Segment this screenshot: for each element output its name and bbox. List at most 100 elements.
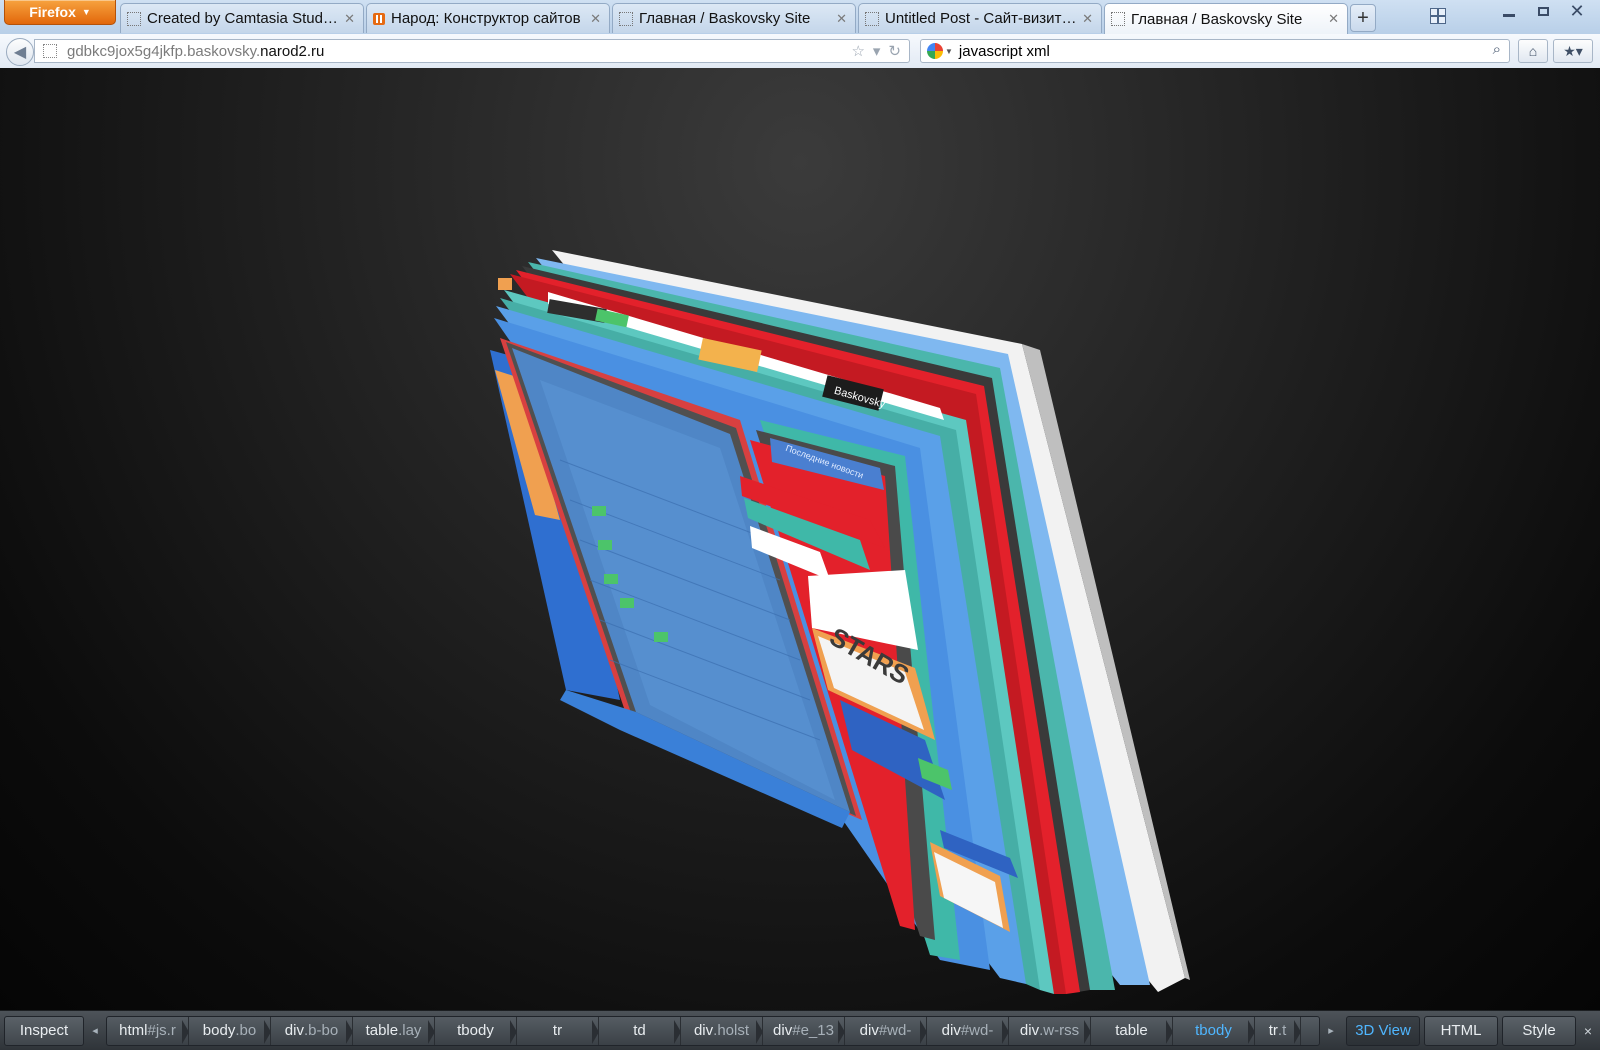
header-orange-small xyxy=(498,278,512,290)
tab-groups-icon[interactable] xyxy=(1430,8,1446,24)
bookmarks-icon[interactable]: ★▾ xyxy=(1553,39,1593,63)
left-green-tab xyxy=(620,598,634,608)
inspect-button[interactable]: Inspect xyxy=(4,1015,84,1046)
tab-title: Народ: Конструктор сайтов xyxy=(391,10,581,27)
breadcrumb-item[interactable]: div #e_13 xyxy=(763,1016,845,1045)
breadcrumb-item[interactable]: table xyxy=(1091,1016,1173,1045)
breadcrumb-item[interactable]: div #wd- xyxy=(927,1016,1009,1045)
crumb-detail: #wd- xyxy=(878,1022,912,1039)
close-icon[interactable]: × xyxy=(1576,1023,1600,1039)
reload-icon[interactable]: ↻ xyxy=(888,42,901,60)
navigation-bar: ◀ gdbkc9jox5g4jkfp.baskovsky. narod2.ru ☆… xyxy=(0,34,1600,69)
3d-view-button[interactable]: 3D View xyxy=(1346,1015,1420,1046)
breadcrumb-item[interactable]: html #js.r xyxy=(107,1016,189,1045)
left-green-tab xyxy=(604,574,618,584)
breadcrumb-item[interactable]: tr .t xyxy=(1255,1016,1301,1045)
search-icon[interactable]: ⌕ xyxy=(1493,41,1501,58)
crumb-tag: table xyxy=(1115,1022,1148,1039)
restore-icon[interactable] xyxy=(1526,0,1560,22)
url-tools: ☆ ▾ ↻ xyxy=(851,42,901,60)
left-green-tab xyxy=(598,540,612,550)
tab-title: Untitled Post - Сайт-визитка ... xyxy=(885,10,1077,27)
new-tab-button[interactable]: + xyxy=(1350,4,1376,32)
crumb-detail: .holst xyxy=(713,1022,750,1039)
window-controls: ✕ xyxy=(1492,0,1594,22)
3d-dom-visualization: Baskovsky Последние новости STARS xyxy=(490,250,1190,994)
minimize-icon[interactable] xyxy=(1492,0,1526,22)
tab-title: Created by Camtasia Studio 6 xyxy=(147,10,339,27)
breadcrumb-scroll-right-icon[interactable]: ▸ xyxy=(1320,1024,1342,1037)
blank-page-icon xyxy=(127,11,141,26)
close-icon[interactable]: ✕ xyxy=(590,11,601,27)
breadcrumb: html #js.r body .bo div .b-bo table .lay tbo… xyxy=(106,1015,1320,1046)
breadcrumb-scroll-left-icon[interactable]: ◂ xyxy=(84,1024,106,1037)
tab-title: Главная / Baskovsky Site xyxy=(1131,10,1303,28)
close-window-icon[interactable]: ✕ xyxy=(1560,0,1594,22)
style-panel-button[interactable]: Style xyxy=(1502,1015,1576,1046)
dropdown-arrow-icon[interactable]: ▾ xyxy=(873,42,881,60)
crumb-detail: .b-bo xyxy=(303,1022,339,1039)
breadcrumb-item[interactable]: table .lay xyxy=(353,1016,435,1045)
crumb-tag: tbody xyxy=(457,1022,494,1039)
tab-5-active[interactable]: Главная / Baskovsky Site ✕ xyxy=(1104,3,1348,34)
crumb-tag: div xyxy=(1019,1022,1040,1039)
url-subdomain: gdbkc9jox5g4jkfp.baskovsky. xyxy=(67,42,261,60)
star-icon[interactable]: ☆ xyxy=(851,42,864,60)
firefox-menu-button[interactable]: Firefox ▼ xyxy=(4,0,116,25)
breadcrumb-item-selected[interactable]: tbody xyxy=(1173,1016,1255,1045)
close-icon[interactable]: ✕ xyxy=(836,11,847,27)
tab-3[interactable]: Главная / Baskovsky Site ✕ xyxy=(612,3,856,33)
blank-page-icon xyxy=(865,11,879,26)
crumb-tag: tr xyxy=(552,1022,563,1039)
search-bar[interactable]: ▼ javascript xml ⌕ xyxy=(920,39,1510,63)
crumb-detail: #js.r xyxy=(147,1022,176,1039)
crumb-detail: #e_13 xyxy=(792,1022,834,1039)
tab-1[interactable]: Created by Camtasia Studio 6 ✕ xyxy=(120,3,364,33)
breadcrumb-item[interactable]: body .bo xyxy=(189,1016,271,1045)
crumb-detail: .lay xyxy=(398,1022,422,1039)
html-panel-button[interactable]: HTML xyxy=(1424,1015,1498,1046)
breadcrumb-item[interactable]: div .w-rss xyxy=(1009,1016,1091,1045)
back-arrow-icon[interactable]: ◀ xyxy=(6,38,34,66)
url-domain: narod2.ru xyxy=(260,42,325,60)
site-identity-icon[interactable] xyxy=(43,44,57,58)
crumb-tag: div xyxy=(941,1022,961,1039)
crumb-tag: td xyxy=(633,1022,646,1039)
left-green-tab xyxy=(592,506,606,516)
crumb-tag: div xyxy=(284,1022,304,1039)
breadcrumb-item[interactable]: tr xyxy=(517,1016,599,1045)
title-bar: Firefox ▼ Created by Camtasia Studio 6 ✕… xyxy=(0,0,1600,35)
crumb-tag: div xyxy=(859,1022,879,1039)
close-icon[interactable]: ✕ xyxy=(344,11,355,27)
chevron-down-icon[interactable]: ▼ xyxy=(945,47,953,56)
breadcrumb-item[interactable]: tbody xyxy=(435,1016,517,1045)
crumb-detail: .t xyxy=(1277,1022,1287,1039)
home-icon[interactable]: ⌂ xyxy=(1518,39,1548,63)
3d-view-viewport[interactable]: Baskovsky Последние новости STARS xyxy=(0,68,1600,1010)
crumb-tag: div xyxy=(773,1022,793,1039)
crumb-tag: html xyxy=(119,1022,148,1039)
tab-4[interactable]: Untitled Post - Сайт-визитка ... ✕ xyxy=(858,3,1102,33)
search-query: javascript xml xyxy=(958,42,1050,60)
blank-page-icon xyxy=(1111,12,1125,26)
breadcrumb-item[interactable]: div .holst xyxy=(681,1016,763,1045)
breadcrumb-item[interactable]: div #wd- xyxy=(845,1016,927,1045)
crumb-detail: .w-rss xyxy=(1039,1022,1080,1039)
close-icon[interactable]: ✕ xyxy=(1082,11,1093,27)
tab-title: Главная / Baskovsky Site xyxy=(639,10,811,27)
narod-icon xyxy=(373,12,385,25)
blank-page-icon xyxy=(619,11,633,26)
left-green-tab xyxy=(654,632,668,642)
google-icon[interactable] xyxy=(927,43,943,59)
crumb-tag: tbody xyxy=(1195,1022,1232,1039)
tab-2[interactable]: Народ: Конструктор сайтов ✕ xyxy=(366,3,610,33)
breadcrumb-item[interactable]: td xyxy=(599,1016,681,1045)
breadcrumb-item[interactable]: div .b-bo xyxy=(271,1016,353,1045)
inspector-toolbar: Inspect ◂ html #js.r body .bo div .b-bo tab… xyxy=(0,1010,1600,1050)
firefox-menu-label: Firefox xyxy=(29,4,76,20)
crumb-detail: .bo xyxy=(235,1022,257,1039)
address-bar[interactable]: gdbkc9jox5g4jkfp.baskovsky. narod2.ru ☆ ▾… xyxy=(34,39,910,63)
chevron-down-icon: ▼ xyxy=(81,7,91,17)
close-icon[interactable]: ✕ xyxy=(1328,11,1339,27)
crumb-tag: body xyxy=(202,1022,236,1039)
